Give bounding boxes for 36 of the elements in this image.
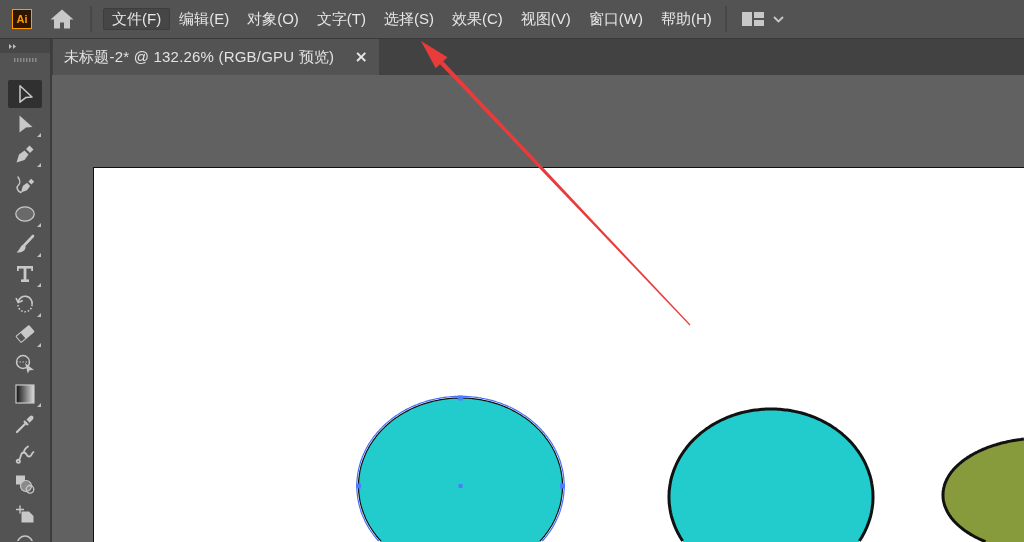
rotate-icon — [15, 294, 35, 314]
shapes-icon — [15, 474, 35, 494]
home-button[interactable] — [50, 9, 74, 29]
document-title: 未标题-2* @ 132.26% (RGB/GPU 预览) — [64, 47, 335, 67]
layout-icon — [741, 12, 764, 26]
brush-icon — [15, 234, 35, 254]
menu-item[interactable]: 窗口(W) — [579, 8, 652, 30]
gradient-icon — [15, 384, 35, 404]
close-button[interactable]: × — [351, 49, 371, 65]
menu-item[interactable]: 视图(V) — [511, 8, 580, 30]
menu-item[interactable]: 编辑(E) — [170, 8, 239, 30]
squiggle-pin-icon — [15, 444, 35, 464]
eyedropper-icon — [15, 414, 35, 434]
menu-item[interactable]: 对象(O) — [238, 8, 308, 30]
menu-item[interactable]: 文件(F) — [103, 8, 171, 30]
circle-cursor-icon — [15, 354, 35, 374]
home-icon — [50, 9, 74, 29]
crosshair-page-icon — [15, 504, 35, 524]
pen-nib-icon — [15, 144, 35, 164]
menu-item[interactable]: 文字(T) — [307, 8, 375, 30]
anchor-point[interactable] — [560, 483, 565, 489]
double-chevron-icon[interactable] — [9, 43, 16, 49]
menu-item[interactable]: 效果(C) — [443, 8, 512, 30]
menu-item[interactable]: 选择(S) — [375, 8, 443, 30]
tool-button[interactable] — [8, 80, 42, 108]
anchor-point[interactable] — [356, 483, 361, 489]
center-point — [458, 484, 463, 488]
chevron-down-icon — [772, 15, 784, 23]
document-tab[interactable]: 未标题-2* @ 132.26% (RGB/GPU 预览) × — [53, 39, 379, 75]
workspace-switcher[interactable] — [741, 12, 784, 26]
type-icon — [17, 266, 33, 282]
app-logo: Ai — [12, 9, 32, 29]
ellipse-icon — [15, 206, 35, 222]
menu-item[interactable]: 帮助(H) — [651, 8, 721, 30]
grip-icon[interactable] — [13, 58, 37, 62]
curvy-pen-icon — [15, 174, 35, 194]
